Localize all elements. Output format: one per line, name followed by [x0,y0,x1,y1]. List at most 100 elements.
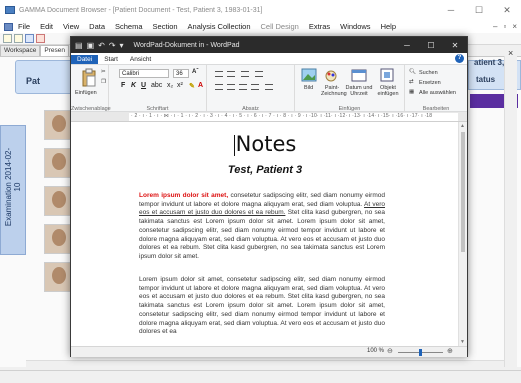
quick-save-icon[interactable]: ▣ [87,41,95,50]
picture-icon[interactable] [301,68,317,82]
qat-dropdown-icon[interactable]: ▾ [120,41,124,50]
wordpad-maximize-icon[interactable]: ☐ [419,37,443,53]
mdi-minimize-icon[interactable]: – [493,22,497,31]
scroll-thumb[interactable] [461,132,465,252]
menu-cell-design[interactable]: Cell Design [256,22,304,31]
highlight-color-icon[interactable]: ✎ [189,82,195,90]
replace-label[interactable]: Ersetzen [419,80,441,86]
tab-datei[interactable]: Datei [71,55,99,64]
cut-icon[interactable]: ✂ [101,69,106,75]
superscript-icon[interactable]: x² [177,82,183,89]
ruler-scale: · 2 · ı · 1 · ı · ⋈ · ı · 1 · ı · 2 · ı … [131,113,433,119]
replace-icon[interactable]: ⇄ [409,79,414,85]
bullets-icon[interactable] [241,71,249,77]
find-label[interactable]: Suchen [419,70,438,76]
align-center-icon[interactable] [227,84,235,90]
justify-icon[interactable] [251,84,259,90]
close-icon[interactable]: ✕ [493,0,521,20]
font-name-select[interactable]: Calibri [119,69,169,78]
zoom-slider-thumb[interactable] [419,349,422,356]
bg-vertical-scrollbar[interactable] [504,56,517,367]
scroll-up-icon[interactable]: ▲ [460,123,465,129]
save-icon[interactable] [25,34,34,43]
document-vertical-scrollbar[interactable]: ▲ ▼ [458,122,467,346]
grow-font-icon[interactable]: Aˆ [192,69,198,75]
new-icon[interactable] [3,34,12,43]
font-size-select[interactable]: 36 [173,69,189,78]
paint-drawing-label[interactable]: Paint-Zeichnung [321,85,347,97]
paragraph-2[interactable]: Lorem ipsum dolor sit amet, consetetur s… [139,276,385,337]
insert-object-label[interactable]: Objekt einfügen [375,85,401,97]
undo-icon[interactable]: ↶ [98,41,105,50]
line-spacing-icon[interactable] [255,71,263,77]
menu-extras[interactable]: Extras [304,22,335,31]
increase-indent-icon[interactable] [227,71,235,77]
menu-data[interactable]: Data [84,22,110,31]
menu-view[interactable]: View [58,22,84,31]
bg-window-title: GAMMA Document Browser - [Patient Docume… [19,6,263,14]
bg-window-controls: ─ ☐ ✕ [437,0,521,20]
date-time-icon[interactable] [351,68,367,82]
mdi-restore-icon[interactable]: ▫ [503,22,506,31]
tab-workspace[interactable]: Workspace [0,45,41,56]
subscript-icon[interactable]: x₂ [167,82,173,89]
picture-label[interactable]: Bild [304,85,313,91]
document-canvas[interactable]: Notes Test, Patient 3 Lorem ipsum dolor … [71,122,467,346]
date-time-label[interactable]: Datum und Uhrzeit [345,85,373,97]
wordpad-close-icon[interactable]: ✕ [443,37,467,53]
menu-windows[interactable]: Windows [335,22,375,31]
decrease-indent-icon[interactable] [215,71,223,77]
font-color-icon[interactable]: A [198,82,203,89]
help-icon[interactable]: ? [455,54,464,63]
minimize-icon[interactable]: ─ [437,0,465,20]
strikethrough-icon[interactable]: abc [151,82,162,89]
redo-icon[interactable]: ↷ [109,41,116,50]
italic-icon[interactable]: K [131,82,136,89]
bold-icon[interactable]: F [121,82,125,89]
align-left-icon[interactable] [215,84,223,90]
patient-thumbnail[interactable] [44,148,72,178]
bg-horizontal-scrollbar[interactable] [26,360,504,370]
bg-status-bar [0,370,521,383]
menu-analysis-collection[interactable]: Analysis Collection [183,22,256,31]
paste-label[interactable]: Einfügen [75,90,97,96]
zoom-out-icon[interactable]: ⊖ [387,347,393,355]
patient-thumbnail[interactable] [44,110,72,140]
menu-edit[interactable]: Edit [35,22,58,31]
patient-thumbnail[interactable] [44,262,72,292]
ruler[interactable]: · 2 · ı · 1 · ı · ⋈ · ı · 1 · ı · 2 · ı … [71,112,467,122]
copy-icon[interactable]: ❐ [101,79,106,85]
menu-file[interactable]: File [13,22,35,31]
patient-thumbnail[interactable] [44,186,72,216]
menu-section[interactable]: Section [148,22,183,31]
ribbon-tab-strip: Datei Start Ansicht [71,53,467,64]
align-right-icon[interactable] [239,84,247,90]
paragraph-1[interactable]: Lorem ipsum dolor sit amet, consetetur s… [139,192,385,262]
highlighted-text: Lorem ipsum dolor sit amet, [139,192,229,199]
group-insert: Bild Paint-Zeichnung Datum und Uhrzeit O… [295,65,405,113]
tab-start[interactable]: Start [98,55,124,64]
menu-schema[interactable]: Schema [110,22,148,31]
print-icon[interactable] [36,34,45,43]
select-all-icon[interactable]: ▦ [409,89,414,95]
insert-object-icon[interactable] [379,68,395,82]
open-icon[interactable] [14,34,23,43]
menu-help[interactable]: Help [376,22,401,31]
maximize-icon[interactable]: ☐ [465,0,493,20]
tab-ansicht[interactable]: Ansicht [124,55,157,64]
scroll-down-icon[interactable]: ▼ [460,339,465,345]
zoom-in-icon[interactable]: ⊕ [447,347,453,355]
wordpad-minimize-icon[interactable]: ─ [395,37,419,53]
paste-icon[interactable] [81,68,97,88]
mdi-close-icon[interactable]: × [512,22,517,31]
document-subtitle[interactable]: Test, Patient 3 [135,164,395,176]
find-icon[interactable]: 🔍︎ [409,69,416,75]
select-all-label[interactable]: Alle auswählen [419,90,456,96]
tab-presentation[interactable]: Presen [40,45,70,56]
paragraph-settings-icon[interactable] [265,84,273,90]
paint-drawing-icon[interactable] [323,68,339,82]
wordpad-window-controls: ─ ☐ ✕ [395,37,467,53]
underline-icon[interactable]: U [141,82,146,89]
document-title[interactable]: Notes [135,132,395,156]
patient-thumbnail[interactable] [44,224,72,254]
